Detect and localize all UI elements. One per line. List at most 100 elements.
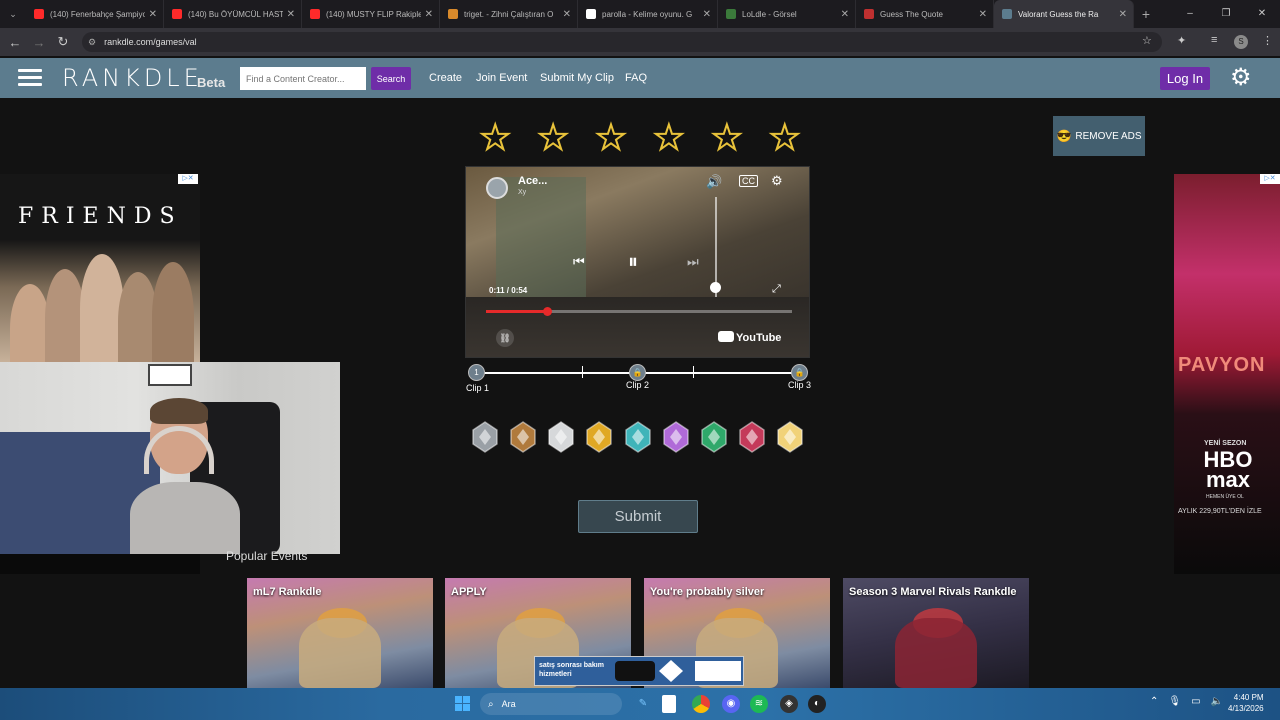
ad-person: [152, 262, 194, 362]
previous-icon[interactable]: ⏮: [573, 254, 585, 270]
tray-chevron-icon[interactable]: ⌃: [1150, 696, 1158, 707]
browser-tab[interactable]: (140) Fenerbahçe Şampiyo ✕: [26, 0, 164, 28]
copy-link-icon[interactable]: ⛓: [496, 329, 514, 347]
left-advertisement[interactable]: FRIENDS ▷✕: [0, 174, 200, 362]
spotify-icon[interactable]: ≋: [750, 695, 768, 713]
rank-options: [470, 420, 805, 454]
browser-tab[interactable]: LoLdle - Görsel ✕: [718, 0, 856, 28]
url-field[interactable]: ⚙ rankdle.com/games/val: [82, 32, 1162, 52]
chrome-icon[interactable]: [692, 695, 710, 713]
beta-label: Beta: [197, 75, 226, 90]
back-icon[interactable]: ←: [3, 35, 27, 50]
display-icon[interactable]: ▭: [1191, 696, 1200, 707]
close-window-icon[interactable]: ✕: [1244, 0, 1280, 28]
tab-close-icon[interactable]: ✕: [287, 9, 295, 20]
extensions-icon[interactable]: ✦: [1177, 34, 1186, 47]
rank-radiant-icon[interactable]: [775, 420, 805, 454]
app-icon[interactable]: ◐: [808, 695, 826, 713]
minimize-icon[interactable]: –: [1172, 0, 1208, 28]
ad-choices-icon[interactable]: ▷✕: [1260, 174, 1280, 184]
hamburger-menu-icon[interactable]: [18, 69, 42, 87]
site-logo[interactable]: RANKDLE: [62, 64, 203, 92]
right-advertisement[interactable]: ▷✕ PAVYON YENİ SEZON HBO max HEMEN ÜYE O…: [1174, 174, 1280, 574]
speaker-icon[interactable]: 🔈: [1211, 696, 1223, 707]
taskbar-search[interactable]: ⌕ Ara: [480, 693, 622, 715]
fullscreen-icon[interactable]: ⤢: [772, 283, 781, 296]
submit-button[interactable]: Submit: [578, 500, 698, 533]
browser-tab[interactable]: Valorant Guess the Ra ✕: [994, 0, 1134, 28]
tab-search-icon[interactable]: ⌄: [0, 0, 26, 28]
remove-ads-label: REMOVE ADS: [1075, 130, 1142, 142]
system-clock[interactable]: 4:40 PM 4/13/2026: [1228, 692, 1264, 714]
bottom-ad-banner[interactable]: satış sonrası bakım hizmetleri: [534, 656, 744, 686]
browser-tab[interactable]: Guess The Quote ✕: [856, 0, 994, 28]
browser-menu-icon[interactable]: ⋮: [1262, 34, 1273, 47]
event-card[interactable]: mL7 Rankdle: [247, 578, 433, 688]
promo-cta[interactable]: [695, 661, 741, 681]
ad-choices-icon[interactable]: ▷✕: [178, 174, 198, 184]
microphone-icon[interactable]: 🎙: [1168, 696, 1181, 707]
clip-1-node[interactable]: 1: [468, 364, 485, 381]
file-explorer-icon[interactable]: [662, 695, 676, 713]
reload-icon[interactable]: ↻: [51, 34, 75, 50]
site-info-icon[interactable]: ⚙: [88, 37, 96, 48]
settings-gear-icon[interactable]: ⚙: [1230, 64, 1252, 92]
captions-icon[interactable]: CC: [739, 175, 758, 187]
rank-platinum-icon[interactable]: [623, 420, 653, 454]
windows-start-icon[interactable]: [455, 696, 470, 711]
creator-search-input[interactable]: [240, 67, 366, 90]
search-icon: ⌕: [488, 698, 494, 710]
video-title[interactable]: Ace...: [518, 175, 547, 187]
star-icon: ★: [595, 118, 628, 158]
tab-close-icon[interactable]: ✕: [563, 9, 571, 20]
discord-icon[interactable]: ◉: [722, 695, 740, 713]
pause-icon[interactable]: ⏸: [628, 251, 638, 274]
reading-list-icon[interactable]: ≡: [1211, 34, 1217, 46]
webcam-person: [130, 398, 240, 554]
rank-ascendant-icon[interactable]: [699, 420, 729, 454]
pen-app-icon[interactable]: ✎: [634, 695, 652, 713]
login-button[interactable]: Log In: [1160, 67, 1210, 90]
nav-submit-my-clip[interactable]: Submit My Clip: [540, 72, 614, 84]
browser-tab[interactable]: parolla - Kelime oyunu. G ✕: [578, 0, 718, 28]
clip-video-player[interactable]: Ace... Xy 🔊 CC ⚙ ⏮ ⏸ ⏭ ⤢ 0:11 / 0:54 ⛓ Y…: [465, 166, 810, 358]
remove-ads-button[interactable]: 😎 REMOVE ADS: [1053, 116, 1145, 156]
rank-immortal-icon[interactable]: [737, 420, 767, 454]
nav-join-event[interactable]: Join Event: [476, 72, 527, 84]
browser-tab[interactable]: (140) MUSTY FLIP Rakiple ✕: [302, 0, 440, 28]
star-icon: ★: [768, 118, 801, 158]
nav-faq[interactable]: FAQ: [625, 72, 647, 84]
nav-create[interactable]: Create: [429, 72, 462, 84]
rank-iron-icon[interactable]: [470, 420, 500, 454]
rank-silver-icon[interactable]: [546, 420, 576, 454]
new-tab-button[interactable]: +: [1134, 6, 1158, 22]
tab-close-icon[interactable]: ✕: [841, 9, 849, 20]
rank-diamond-icon[interactable]: [661, 420, 691, 454]
video-progress-bar[interactable]: [486, 307, 792, 316]
tab-close-icon[interactable]: ✕: [425, 9, 433, 20]
tab-close-icon[interactable]: ✕: [703, 9, 711, 20]
tab-close-icon[interactable]: ✕: [979, 9, 987, 20]
video-settings-icon[interactable]: ⚙: [771, 173, 783, 189]
clip-1-label[interactable]: Clip 1: [466, 383, 489, 393]
game-app-icon[interactable]: ◈: [780, 695, 798, 713]
volume-slider-knob[interactable]: [710, 282, 721, 293]
profile-avatar[interactable]: S: [1234, 35, 1248, 49]
maximize-icon[interactable]: ❐: [1208, 0, 1244, 28]
tab-close-icon[interactable]: ✕: [1119, 9, 1127, 20]
tab-close-icon[interactable]: ✕: [149, 9, 157, 20]
event-card[interactable]: Season 3 Marvel Rivals Rankdle: [843, 578, 1029, 688]
browser-tab[interactable]: (140) Bu ÖYÜMCÜL HASTA ✕: [164, 0, 302, 28]
next-icon[interactable]: ⏭: [687, 254, 699, 270]
rank-bronze-icon[interactable]: [508, 420, 538, 454]
channel-avatar[interactable]: [486, 177, 508, 199]
bookmark-star-icon[interactable]: ☆: [1142, 34, 1152, 47]
volume-icon[interactable]: 🔊: [706, 174, 722, 190]
ad-person: [45, 269, 85, 362]
browser-tab[interactable]: triget. - Zihni Çalıştıran O ✕: [440, 0, 578, 28]
forward-icon[interactable]: →: [27, 35, 51, 50]
youtube-logo[interactable]: YouTube: [718, 331, 781, 344]
rank-gold-icon[interactable]: [584, 420, 614, 454]
address-bar-row: ← → ↻ ⚙ rankdle.com/games/val ☆ ✦ ≡ S ⋮: [0, 28, 1280, 56]
search-button[interactable]: Search: [371, 67, 411, 90]
